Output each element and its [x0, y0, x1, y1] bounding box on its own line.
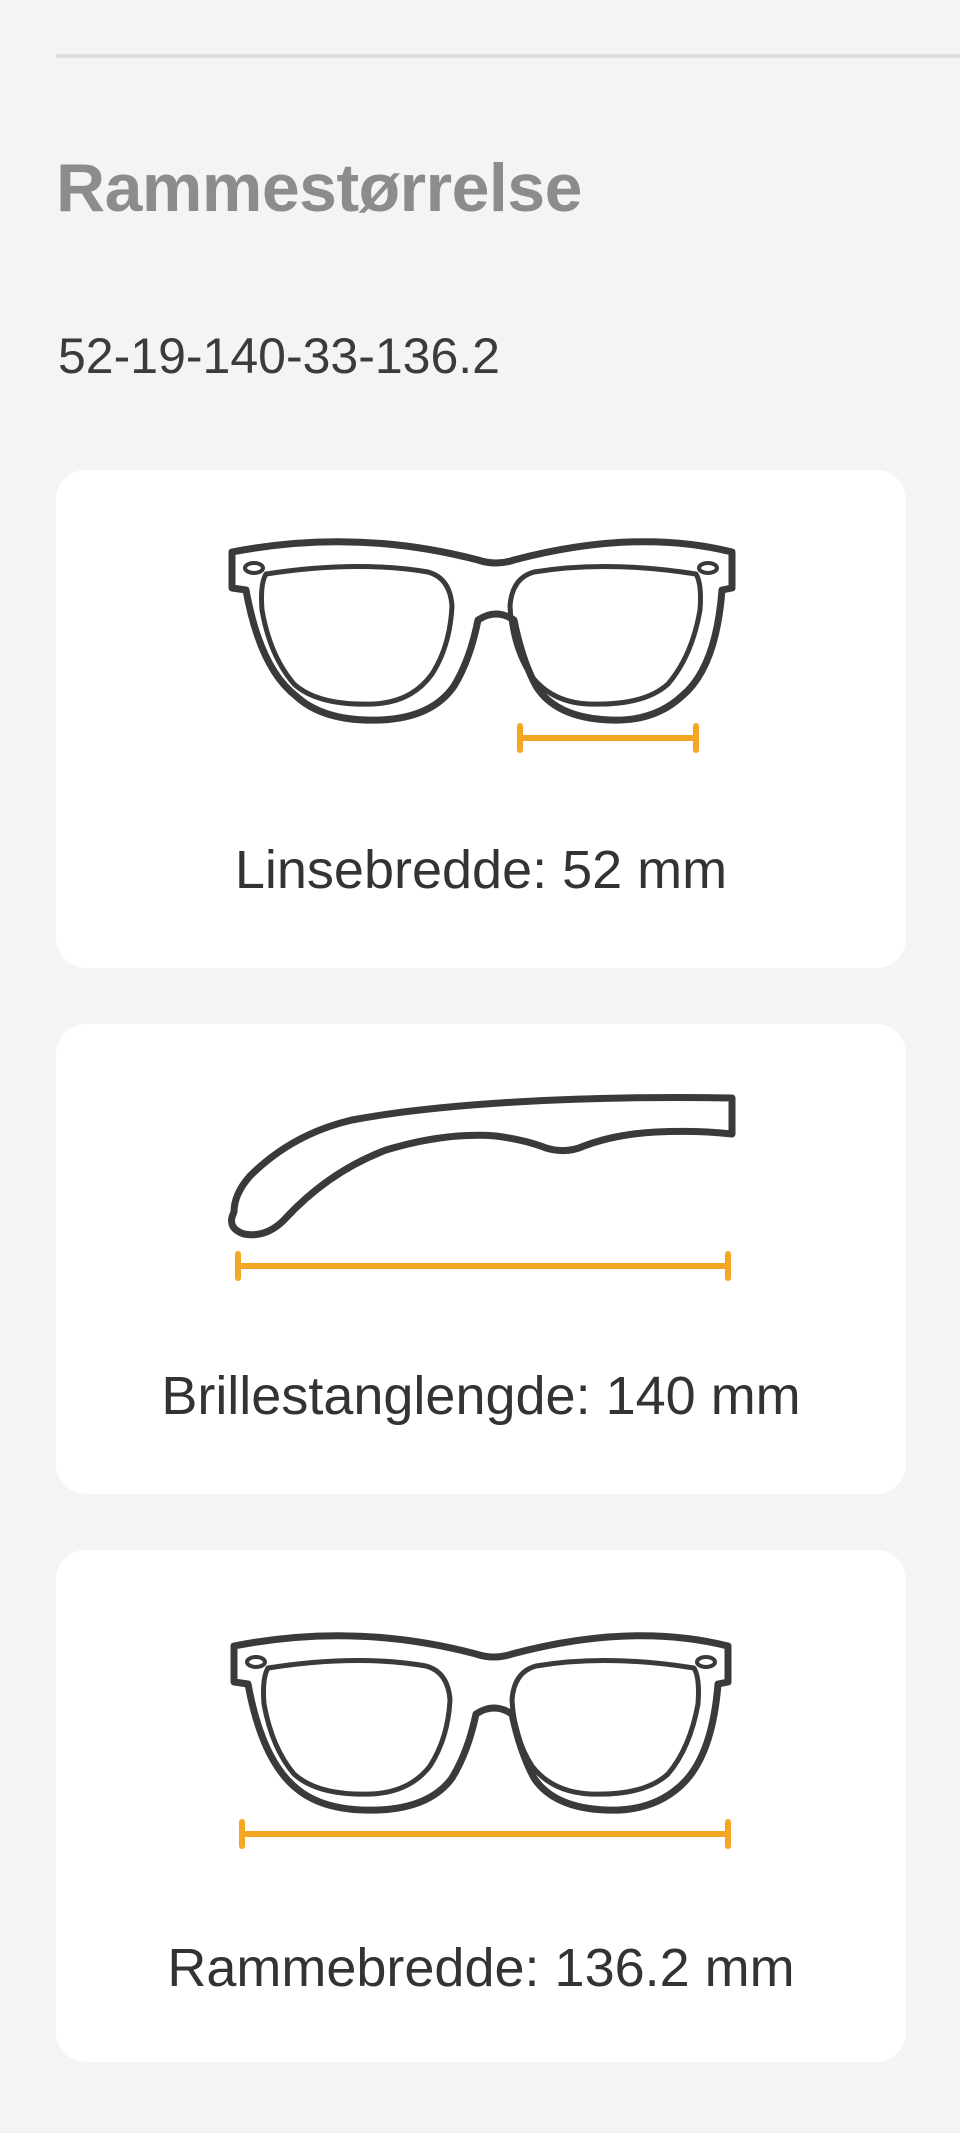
section-title: Rammestørrelse [56, 150, 582, 226]
frame-width-label: Rammebredde: 136.2 mm [167, 1938, 795, 1998]
lens-width-card: Linsebredde: 52 mm [56, 470, 906, 968]
top-divider [56, 54, 960, 58]
frame-width-card: Rammebredde: 136.2 mm [56, 1550, 906, 2062]
temple-length-card: Brillestanglengde: 140 mm [56, 1024, 906, 1494]
lens-width-label: Linsebredde: 52 mm [234, 840, 728, 900]
temple-length-label: Brillestanglengde: 140 mm [161, 1366, 801, 1426]
frame-size-code: 52-19-140-33-136.2 [58, 328, 500, 384]
